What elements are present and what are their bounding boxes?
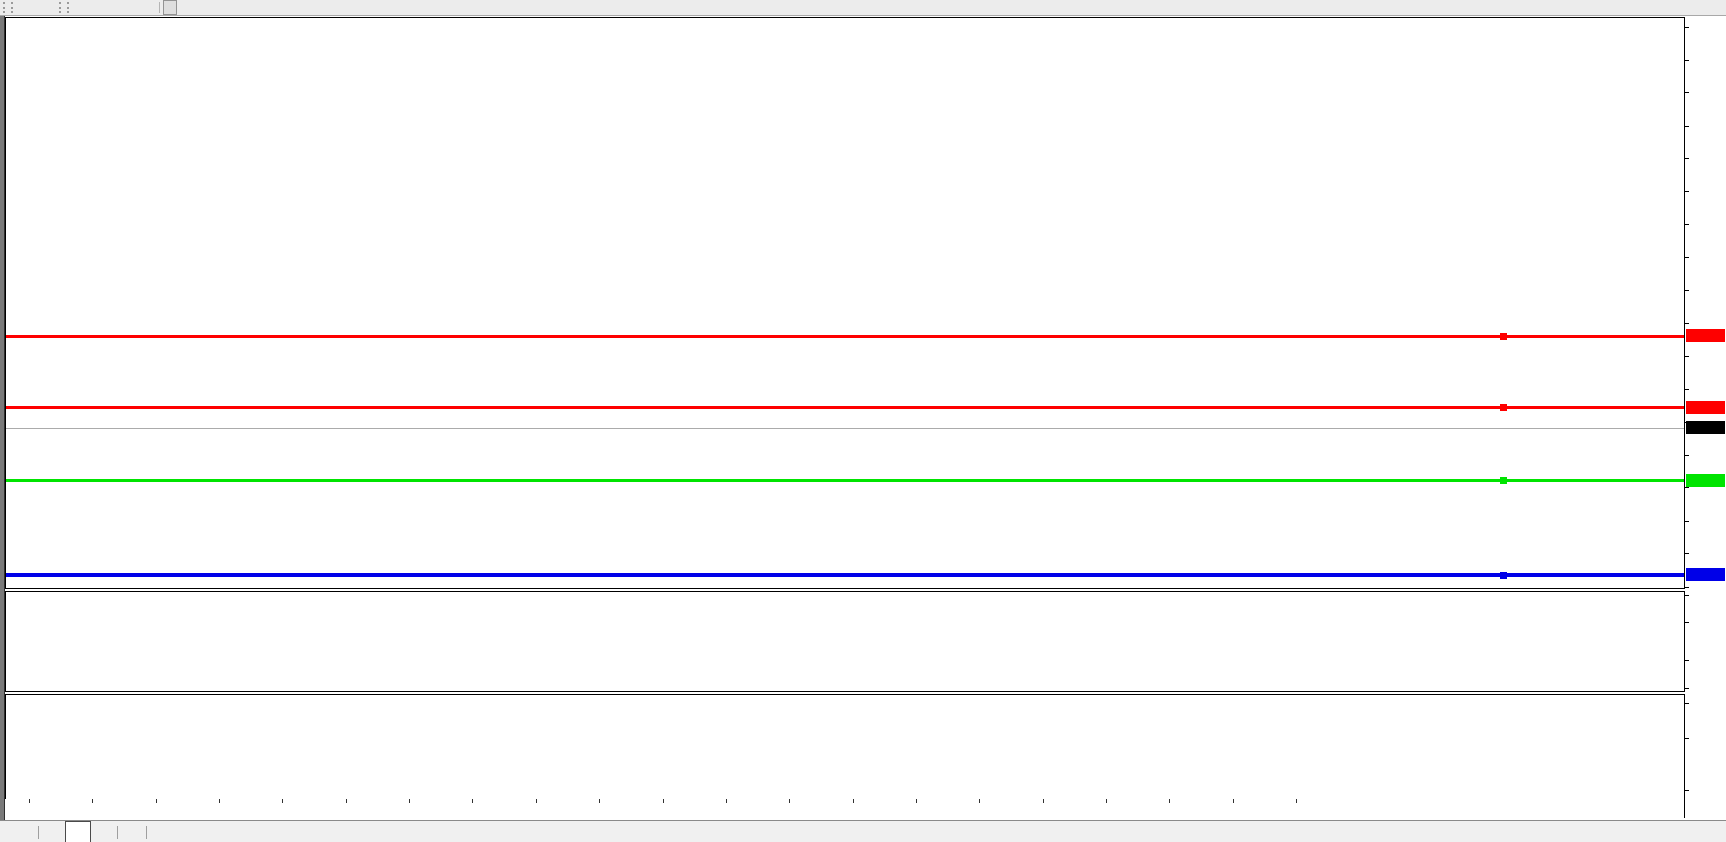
price-axis-tick [1685,389,1689,390]
date-axis-tick [156,799,157,803]
date-axis-tick [1106,799,1107,803]
date-axis-tick [1233,799,1234,803]
toolbar-grip[interactable] [59,2,69,13]
main-chart-panel [5,17,1685,589]
price-axis-tick [1685,92,1689,93]
date-axis-tick [536,799,537,803]
tab-usdchf[interactable] [41,823,65,842]
price-axis-tick [1685,27,1689,28]
price-axis-tick [1685,587,1689,588]
tab-separator [117,826,118,839]
line-handle[interactable] [1500,333,1507,340]
price-level-tag [1686,329,1725,342]
text-tool-icon[interactable] [32,1,40,14]
horizontal-level-line[interactable] [6,573,1684,577]
date-axis-tick [472,799,473,803]
dropdown-arrow-icon[interactable] [48,1,56,14]
date-axis-tick [1043,799,1044,803]
timeframe-d1-button[interactable] [163,0,177,15]
toolbar-separator [159,2,160,13]
chart-tab-bar [0,820,1726,842]
date-axis-tick [92,799,93,803]
date-axis-tick [409,799,410,803]
price-axis-tick [1685,521,1689,522]
timeframe-w1-button[interactable] [177,0,191,15]
timeframe-m15-button[interactable] [100,0,114,15]
line-handle[interactable] [1500,404,1507,411]
tab-usdcnh[interactable] [120,823,144,842]
timeframe-m5-button[interactable] [86,0,100,15]
price-axis-tick [1685,126,1689,127]
price-axis-tick [1685,290,1689,291]
tab-usdcad[interactable] [91,823,115,842]
main-chart-canvas[interactable] [6,18,1684,587]
price-level-tag [1686,568,1725,581]
tab-separator [146,826,147,839]
date-axis-tick [979,799,980,803]
top-toolbar [0,0,1726,16]
timeframe-m30-button[interactable] [114,0,128,15]
line-handle[interactable] [1500,477,1507,484]
date-axis-tick [663,799,664,803]
date-axis-tick [346,799,347,803]
rsi-axis-tick [1685,622,1689,623]
date-axis-tick [29,799,30,803]
price-axis-tick [1685,60,1689,61]
macd-panel [5,694,1685,800]
macd-canvas[interactable] [6,695,1684,798]
price-axis-tick [1685,257,1689,258]
price-axis-tick [1685,191,1689,192]
date-axis-tick [916,799,917,803]
rsi-canvas[interactable] [6,592,1684,691]
date-axis-tick [789,799,790,803]
tab-separator [38,826,39,839]
tabbar-lead [0,821,12,842]
letter-a-icon[interactable] [24,1,32,14]
horizontal-level-line[interactable] [6,335,1684,338]
current-price-tag [1686,421,1725,434]
horizontal-level-line[interactable] [6,479,1684,482]
tab-audusd[interactable] [65,821,91,842]
toolbar-grip[interactable] [3,2,13,13]
current-price-line [6,428,1684,429]
horizontal-level-line[interactable] [6,406,1684,409]
timeframe-m1-button[interactable] [72,0,86,15]
price-level-tag [1686,474,1725,487]
macd-axis-tick [1685,703,1689,704]
price-axis-tick [1685,487,1689,488]
price-axis-tick [1685,158,1689,159]
price-level-tag [1686,401,1725,414]
price-axis-tick [1685,224,1689,225]
rsi-axis-tick [1685,595,1689,596]
price-axis-tick [1685,323,1689,324]
macd-axis-tick [1685,790,1689,791]
rsi-axis-tick [1685,660,1689,661]
timeframe-h1-button[interactable] [128,0,142,15]
rsi-panel [5,591,1685,692]
date-axis-tick [1169,799,1170,803]
date-axis-tick [219,799,220,803]
timeframe-mn-button[interactable] [191,0,205,15]
date-axis-tick [1296,799,1297,803]
mt4-window [0,0,1726,842]
chart-grid-f-icon[interactable] [16,1,24,14]
date-axis-tick [599,799,600,803]
price-axis-tick [1685,455,1689,456]
macd-axis-tick [1685,738,1689,739]
line-handle[interactable] [1500,572,1507,579]
date-axis-tick [282,799,283,803]
price-axis-tick [1685,356,1689,357]
timeframe-h4-button[interactable] [142,0,156,15]
rsi-axis-tick [1685,688,1689,689]
arrange-icon[interactable] [40,1,48,14]
date-axis-tick [853,799,854,803]
price-axis-tick [1685,553,1689,554]
tab-eurusd[interactable] [12,823,36,842]
date-axis-tick [726,799,727,803]
date-axis[interactable] [5,799,1685,818]
